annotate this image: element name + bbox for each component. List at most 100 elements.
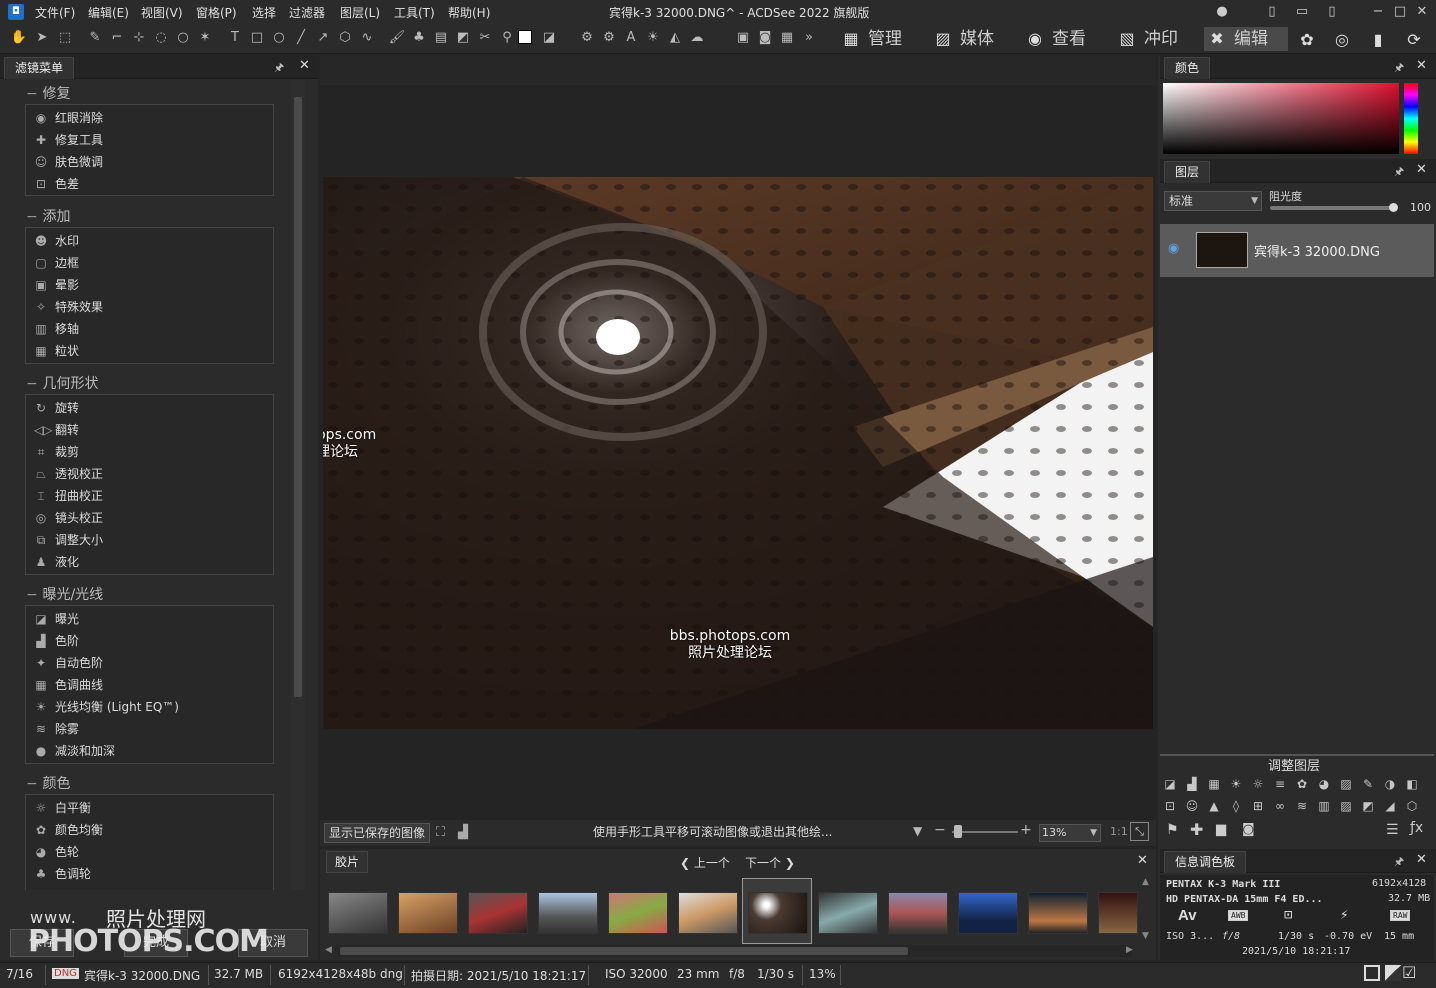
filter-color-wheel[interactable]: ◕ 色轮: [34, 842, 79, 862]
filter-chromatic-aberration[interactable]: ⊡ 色差: [34, 174, 79, 194]
sync-icon[interactable]: ⟳: [1402, 28, 1426, 52]
filter-lens-correction[interactable]: ◎ 镜头校正: [34, 508, 103, 528]
panel-close-icon[interactable]: ✕: [1416, 852, 1427, 867]
menu-tools[interactable]: 工具(T): [394, 4, 435, 21]
mode-print[interactable]: ▧ 冲印: [1114, 27, 1200, 51]
tab-info-palette[interactable]: 信息调色板: [1164, 851, 1247, 873]
thumbnail[interactable]: [1098, 892, 1138, 934]
thumbnail[interactable]: [1028, 892, 1088, 934]
prev-image-button[interactable]: ❮ 上一个: [680, 854, 730, 871]
magic-select-icon[interactable]: ◌: [152, 29, 170, 47]
arrow-tool-icon[interactable]: ↗: [314, 29, 332, 47]
filter-special-effects[interactable]: ✧ 特殊效果: [34, 297, 103, 317]
dashboard-icon[interactable]: ▮: [1366, 28, 1390, 52]
pin-icon[interactable]: 🖈: [1394, 163, 1404, 182]
filmstrip-scrollbar-thumb[interactable]: [340, 947, 908, 955]
adj-levels-icon[interactable]: ▟: [1184, 776, 1200, 792]
filter-border[interactable]: ▢ 边框: [34, 253, 79, 273]
filter-exposure[interactable]: ◪ 曝光: [34, 609, 79, 629]
bottom-pane-toggle-icon[interactable]: ▭: [1292, 2, 1312, 22]
thumbnail-current[interactable]: [748, 892, 808, 934]
filter-levels[interactable]: ▟ 色阶: [34, 631, 79, 651]
stamp-icon[interactable]: ⚑: [1166, 822, 1179, 838]
light-icon[interactable]: ☀: [644, 29, 662, 47]
ellipse-tool-icon[interactable]: ○: [270, 29, 288, 47]
filter-color-balance[interactable]: ✿ 颜色均衡: [34, 820, 103, 840]
adj-drop-icon[interactable]: ◊: [1228, 798, 1244, 814]
filmstrip-close-icon[interactable]: ✕: [1137, 853, 1148, 868]
zoom-out-icon[interactable]: −: [934, 822, 946, 838]
menu-view[interactable]: 视图(V): [141, 4, 183, 21]
compare-icon[interactable]: [1385, 965, 1401, 981]
filter-resize[interactable]: ⧉ 调整大小: [34, 530, 103, 550]
pin-icon[interactable]: 🖈: [1394, 59, 1404, 78]
adj-photo-icon[interactable]: ▨: [1338, 776, 1354, 792]
checkmark-icon[interactable]: ☑: [1402, 963, 1416, 982]
zoom-in-icon[interactable]: +: [1020, 822, 1032, 838]
mode-manage[interactable]: ▦ 管理: [838, 27, 924, 51]
right-pane-toggle-icon[interactable]: ▯: [1322, 2, 1342, 22]
filter-dehaze[interactable]: ≋ 除雾: [34, 719, 79, 739]
actual-size-button[interactable]: 1:1: [1110, 825, 1128, 838]
adj-color-icon[interactable]: ✿: [1294, 776, 1310, 792]
close-button[interactable]: ✕: [1412, 2, 1432, 22]
filter-vignette[interactable]: ▣ 晕影: [34, 275, 79, 295]
adj-noise-icon[interactable]: ⊞: [1250, 798, 1266, 814]
filter-crop[interactable]: ⌗ 裁剪: [34, 442, 79, 462]
filter-grain[interactable]: ▦ 粒状: [34, 341, 79, 361]
filter-flip[interactable]: ◁▷ 翻转: [34, 420, 79, 440]
filmstrip-scroll-up-icon[interactable]: ▲: [1142, 877, 1149, 887]
mask-layer-icon[interactable]: ◙: [1242, 822, 1255, 837]
adj-bw-icon[interactable]: ◩: [1360, 798, 1376, 814]
layer-menu-icon[interactable]: ☰: [1386, 822, 1399, 838]
menu-filter[interactable]: 过滤器: [289, 4, 325, 21]
filter-auto-levels[interactable]: ✦ 自动色阶: [34, 653, 103, 673]
paintbrush-icon[interactable]: 🖌: [388, 29, 406, 47]
filter-perspective[interactable]: ⏢ 透视校正: [34, 464, 103, 484]
panel-close-icon[interactable]: ✕: [1416, 58, 1427, 73]
adj-brush-icon[interactable]: ✎: [1360, 776, 1376, 792]
filter-liquify[interactable]: ♟ 液化: [34, 552, 79, 572]
thumbnail[interactable]: [398, 892, 458, 934]
fit-screen-icon[interactable]: ⤡: [1130, 822, 1149, 841]
filmstrip-scroll-down-icon[interactable]: ▼: [1142, 931, 1149, 941]
zoom-dropdown-icon[interactable]: ▼: [913, 824, 922, 838]
text-style-icon[interactable]: A: [622, 29, 640, 47]
adj-dehaze-icon[interactable]: ≋: [1294, 798, 1310, 814]
brush-select-icon[interactable]: ✎: [86, 29, 104, 47]
thumbnail[interactable]: [328, 892, 388, 934]
minimize-button[interactable]: −: [1368, 2, 1388, 22]
view-mode-icon[interactable]: [1364, 965, 1380, 981]
zoom-slider-knob[interactable]: [954, 825, 962, 838]
menu-layer[interactable]: 图层(L): [340, 4, 380, 21]
scroll-right-icon[interactable]: ▶: [1126, 945, 1133, 955]
healing-icon[interactable]: ✂: [476, 29, 494, 47]
foreground-color-icon[interactable]: [518, 30, 532, 44]
adj-sliders-icon[interactable]: ≡: [1272, 776, 1288, 792]
menu-edit[interactable]: 编辑(E): [88, 4, 129, 21]
thumbnail[interactable]: [538, 892, 598, 934]
group-add[interactable]: − 添加: [26, 206, 70, 226]
tab-filmstrip[interactable]: 胶片: [326, 851, 369, 873]
repair-icon[interactable]: ⚙: [578, 29, 596, 47]
swap-colors-icon[interactable]: ◪: [540, 29, 558, 47]
adj-toggle-icon[interactable]: ◑: [1382, 776, 1398, 792]
pin-icon[interactable]: 🖈: [1394, 853, 1404, 872]
thumbnail[interactable]: [468, 892, 528, 934]
filter-white-balance[interactable]: ☼ 白平衡: [34, 798, 91, 818]
filter-tone-wheels[interactable]: ♣ 色调轮: [34, 864, 91, 884]
filter-light-eq[interactable]: ☀ 光线均衡 (Light EQ™): [34, 697, 179, 717]
group-color[interactable]: − 颜色: [26, 773, 70, 793]
magic-wand-icon[interactable]: ✶: [196, 29, 214, 47]
thumbnail[interactable]: [608, 892, 668, 934]
fx-icon[interactable]: ƒx: [1410, 820, 1423, 836]
polygon-tool-icon[interactable]: ⬡: [336, 29, 354, 47]
scrollbar-thumb[interactable]: [294, 97, 302, 697]
mode-365-icon[interactable]: ✿: [1295, 28, 1319, 52]
fill-bucket-icon[interactable]: ◭: [666, 29, 684, 47]
edited-photo[interactable]: bbs.photops.com照片处理论坛 bbs.photops.com照片处…: [323, 177, 1153, 729]
next-image-button[interactable]: 下一个 ❯: [745, 854, 795, 871]
panel-close-icon[interactable]: ✕: [299, 58, 310, 73]
mask-icon[interactable]: ▣: [734, 29, 752, 47]
layer-mask-icon[interactable]: ◙: [756, 29, 774, 47]
